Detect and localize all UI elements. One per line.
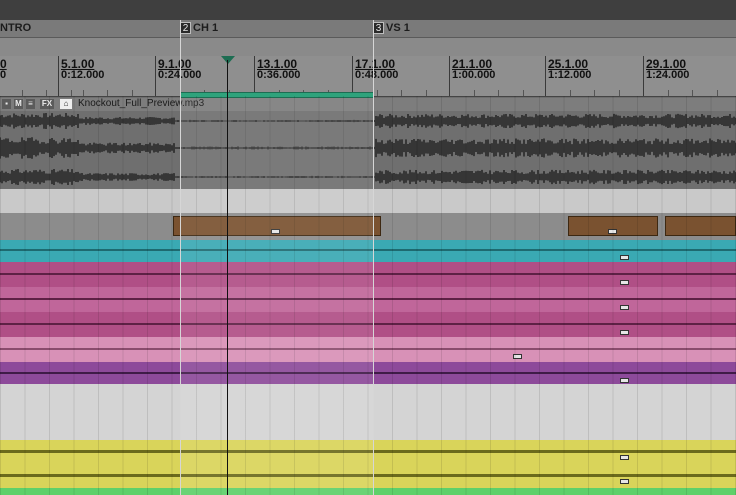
selection-start-line (180, 20, 181, 495)
playhead-cursor[interactable] (227, 60, 228, 495)
fx-button[interactable]: FX (40, 99, 54, 109)
item-handle[interactable] (620, 280, 629, 285)
ruler-beat-tick (716, 90, 718, 96)
time-selection[interactable] (180, 98, 374, 495)
midi-item[interactable] (665, 216, 736, 236)
ruler-bar-tick (58, 56, 59, 96)
mute-button[interactable]: M (14, 99, 23, 109)
marker-number-3[interactable]: 3 (373, 22, 384, 34)
selection-end-line (373, 20, 374, 495)
ruler-bar-tick (254, 56, 255, 96)
ruler-bar-tick (155, 56, 156, 96)
item-handle[interactable] (620, 455, 629, 460)
title-bar (0, 0, 736, 21)
envelope-icon[interactable]: ⌂ (60, 99, 72, 109)
playhead-marker-icon[interactable] (221, 56, 235, 64)
ruler-spacer (0, 38, 736, 56)
ruler-beat-tick (425, 90, 427, 96)
ruler-time-label: 0:48.000 (355, 69, 399, 81)
ruler-time-label: 0:36.000 (257, 69, 301, 81)
ruler-time-label: 0:12.000 (61, 69, 105, 81)
marker-lane[interactable]: NTRO 2 CH 1 3 VS 1 (0, 20, 736, 38)
marker-label-intro[interactable]: NTRO (0, 22, 31, 34)
ruler-beat-tick (473, 90, 475, 96)
marker-label-vs1[interactable]: VS 1 (386, 22, 410, 34)
ruler-beat-tick (569, 90, 571, 96)
ruler-time-label: 1:00.000 (452, 69, 496, 81)
ruler-beat-tick (401, 90, 402, 96)
item-handle[interactable] (620, 378, 629, 383)
ruler-bar-tick (352, 56, 353, 96)
ruler-beat-tick (131, 90, 133, 96)
ruler-time-label: 1:24.000 (646, 69, 690, 81)
ruler-beat-tick (21, 90, 23, 96)
ruler-beat-tick (692, 90, 693, 96)
item-handle[interactable] (608, 229, 617, 234)
ruler-beat-tick (522, 90, 524, 96)
ruler-time-label: 0 (0, 69, 7, 81)
ruler-time-label: 1:12.000 (548, 69, 592, 81)
ruler-bar-tick (449, 56, 450, 96)
record-arm-button[interactable]: ▪ (2, 99, 11, 109)
menu-icon[interactable]: ≡ (26, 99, 35, 109)
marker-label-ch1[interactable]: CH 1 (193, 22, 218, 34)
daw-arrange-window: NTRO 2 CH 1 3 VS 1 0 0 5.1.00 0:12.000 9.1.0… (0, 0, 736, 495)
ruler-beat-tick (498, 90, 499, 96)
ruler-beat-tick (618, 90, 620, 96)
ruler-beat-tick (46, 90, 47, 96)
item-handle[interactable] (620, 479, 629, 484)
ruler-bar-tick (545, 56, 546, 96)
ruler-beat-tick (594, 90, 595, 96)
ruler-beat-tick (70, 90, 72, 96)
timeline-ruler[interactable]: 005.1.000:12.0009.1.000:24.00013.1.000:3… (0, 56, 736, 97)
item-handle[interactable] (620, 330, 629, 335)
ruler-beat-tick (376, 90, 378, 96)
ruler-beat-tick (107, 90, 108, 96)
ruler-beat-tick (82, 90, 84, 96)
ruler-bar-tick (643, 56, 644, 96)
item-handle[interactable] (620, 305, 629, 310)
ruler-beat-tick (667, 90, 669, 96)
item-handle[interactable] (513, 354, 522, 359)
item-handle[interactable] (620, 255, 629, 260)
marker-number-2[interactable]: 2 (180, 22, 191, 34)
